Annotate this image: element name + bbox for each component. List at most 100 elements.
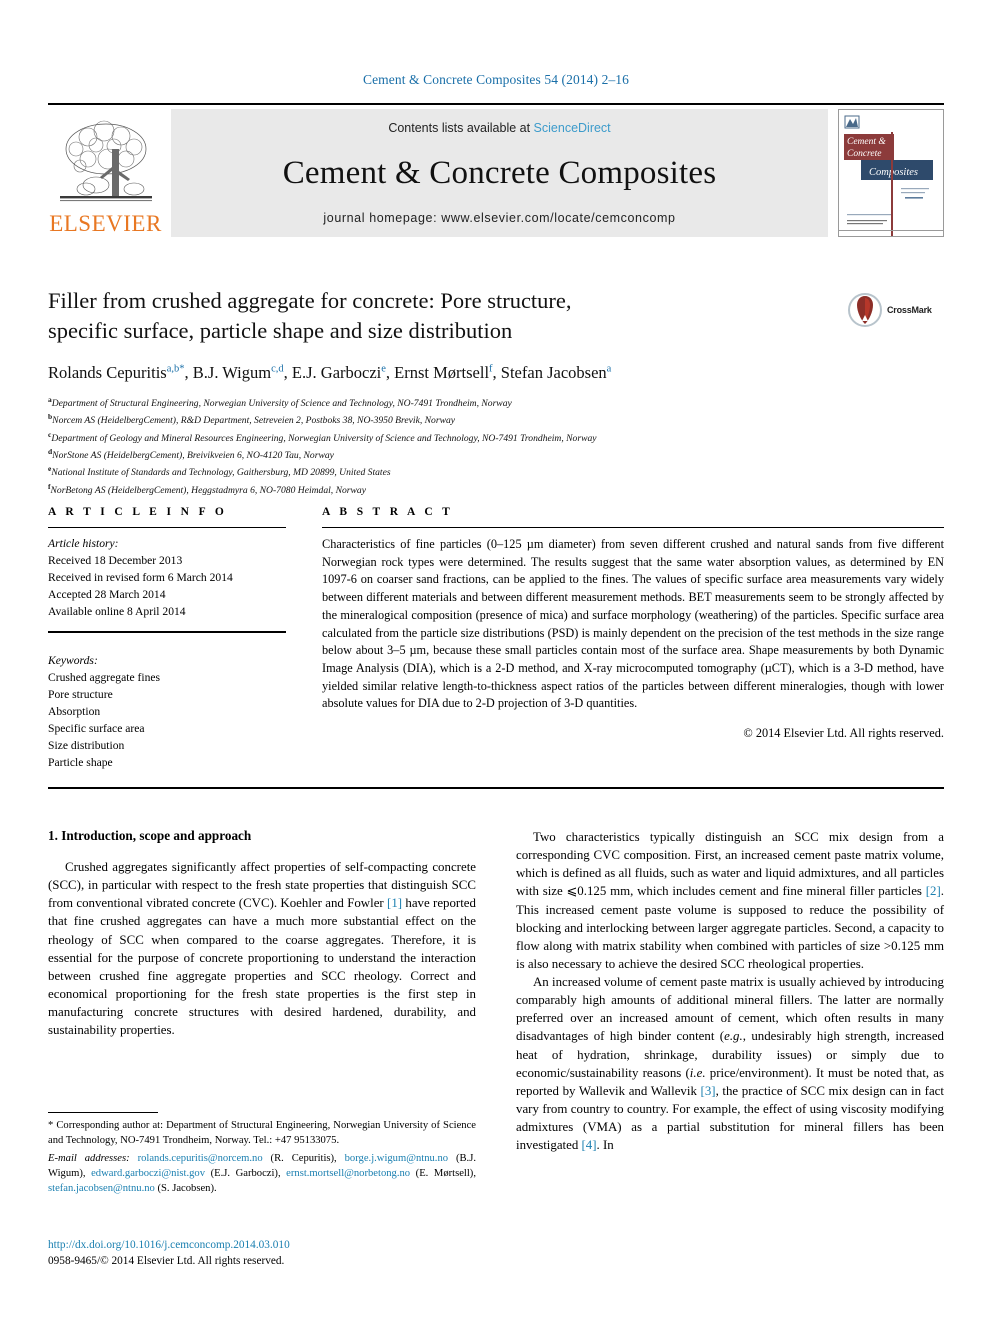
sciencedirect-link[interactable]: ScienceDirect xyxy=(534,121,611,135)
author-name: Ernst Mørtsell xyxy=(394,363,490,383)
keyword-item: Specific surface area xyxy=(48,722,145,736)
emphasis-text: i.e. xyxy=(689,1065,706,1080)
keyword-item: Absorption xyxy=(48,705,101,719)
keyword-item: Pore structure xyxy=(48,688,113,702)
abstract-copyright: © 2014 Elsevier Ltd. All rights reserved… xyxy=(743,726,944,741)
emphasis-text: e.g. xyxy=(724,1029,743,1044)
elsevier-wordmark: ELSEVIER xyxy=(49,211,162,236)
article-history-item: Received 18 December 2013 xyxy=(48,554,183,568)
svg-text:Cement &: Cement & xyxy=(847,137,886,147)
info-abstract-region: A R T I C L E I N F O Article history: R… xyxy=(48,506,944,771)
crossmark-icon xyxy=(848,293,882,327)
keyword-item: Crushed aggregate fines xyxy=(48,671,161,685)
body-paragraph: Crushed aggregates significantly affect … xyxy=(48,858,476,1039)
contents-available-line: Contents lists available at ScienceDirec… xyxy=(388,121,610,135)
title-line-1: Filler from crushed aggregate for concre… xyxy=(48,288,572,313)
body-column-left: 1. Introduction, scope and approach Crus… xyxy=(48,828,476,1154)
email-link[interactable]: rolands.cepuritis@norcem.no xyxy=(138,1153,263,1164)
email-link[interactable]: edward.garboczi@nist.gov xyxy=(91,1168,205,1179)
affiliation-item: cDepartment of Geology and Mineral Resou… xyxy=(48,429,597,444)
paragraph-text: . In xyxy=(596,1138,614,1153)
doi-link[interactable]: http://dx.doi.org/10.1016/j.cemconcomp.2… xyxy=(48,1237,476,1253)
corresponding-author-note: * Corresponding author at: Department of… xyxy=(48,1118,476,1148)
citation-reference[interactable]: [2] xyxy=(926,884,941,898)
abstract-column: A B S T R A C T Characteristics of fine … xyxy=(322,506,944,771)
article-history-block: Article history: Received 18 December 20… xyxy=(48,528,286,620)
affiliation-item: fNorBetong AS (HeidelbergCement), Heggst… xyxy=(48,481,366,496)
citation-reference[interactable]: [1] xyxy=(387,896,402,910)
author-affiliation-mark: f xyxy=(489,363,493,375)
page-title: Filler from crushed aggregate for concre… xyxy=(48,286,848,346)
keywords-block: Keywords: Crushed aggregate fines Pore st… xyxy=(48,644,286,771)
right-column-paragraphs: Two characteristics typically distinguis… xyxy=(516,828,944,1154)
email-owner: (S. Jacobsen). xyxy=(154,1183,217,1195)
email-addresses-note: E-mail addresses: rolands.cepuritis@norc… xyxy=(48,1151,476,1196)
abstract-text: Characteristics of fine particles (0–125… xyxy=(322,537,944,711)
body-column-right: Two characteristics typically distinguis… xyxy=(516,828,944,1154)
article-history-item: Accepted 28 March 2014 xyxy=(48,588,166,602)
keyword-items: Crushed aggregate fines Pore structure Abs… xyxy=(48,669,286,771)
article-info-label: A R T I C L E I N F O xyxy=(48,506,228,518)
crossmark-badge[interactable]: CrossMark xyxy=(848,288,944,332)
corresponding-author-text: * Corresponding author at: Department of… xyxy=(48,1120,476,1147)
abstract-label: A B S T R A C T xyxy=(322,506,454,518)
affiliation-item: dNorStone AS (HeidelbergCement), Breivik… xyxy=(48,447,334,462)
keyword-item: Size distribution xyxy=(48,739,125,753)
doi-block: http://dx.doi.org/10.1016/j.cemconcomp.2… xyxy=(48,1237,476,1269)
body-columns: 1. Introduction, scope and approach Crus… xyxy=(48,828,944,1154)
email-link[interactable]: borge.j.wigum@ntnu.no xyxy=(345,1153,448,1164)
affiliation-list: aDepartment of Structural Engineering, N… xyxy=(48,394,938,498)
body-paragraph: An increased volume of cement paste matr… xyxy=(516,973,944,1154)
keywords-heading: Keywords: xyxy=(48,654,98,668)
article-page: Cement & Concrete Composites 54 (2014) 2… xyxy=(0,0,992,1323)
email-link[interactable]: ernst.mortsell@norbetong.no xyxy=(286,1168,410,1179)
elsevier-tree-icon xyxy=(59,120,152,202)
crossmark-label: CrossMark xyxy=(887,305,932,315)
column-gap xyxy=(286,506,322,771)
email-link[interactable]: stefan.jacobsen@ntnu.no xyxy=(48,1183,155,1194)
journal-masthead: ELSEVIER Contents lists available at Sci… xyxy=(48,103,944,237)
author-affiliation-mark: e xyxy=(381,363,386,375)
title-line-2: specific surface, particle shape and siz… xyxy=(48,318,513,344)
journal-band: Contents lists available at ScienceDirec… xyxy=(171,109,828,237)
svg-text:Composites: Composites xyxy=(869,167,918,178)
article-info-rule-mid xyxy=(48,631,286,634)
author-affiliation-mark: c,d xyxy=(271,363,284,375)
body-column-gap xyxy=(476,828,516,1154)
journal-title: Cement & Concrete Composites xyxy=(282,154,717,191)
citation-reference[interactable]: [4] xyxy=(582,1138,597,1152)
journal-homepage-link[interactable]: journal homepage: www.elsevier.com/locat… xyxy=(323,211,675,225)
author-affiliation-mark: a xyxy=(606,363,612,375)
email-owner: (E.J. Garboczi), xyxy=(205,1168,287,1180)
svg-text:Concrete: Concrete xyxy=(847,149,881,159)
footnote-block: * Corresponding author at: Department of… xyxy=(48,1112,476,1196)
body-paragraph: Two characteristics typically distinguis… xyxy=(516,828,944,973)
article-history-items: Received 18 December 2013 Received in rev… xyxy=(48,552,286,620)
article-history-item: Received in revised form 6 March 2014 xyxy=(48,571,233,585)
keyword-item: Particle shape xyxy=(48,756,113,770)
article-history-heading: Article history: xyxy=(48,537,119,550)
affiliation-item: bNorcem AS (HeidelbergCement), R&D Depar… xyxy=(48,412,456,427)
elsevier-logo: ELSEVIER xyxy=(48,109,163,237)
affiliation-item: aDepartment of Structural Engineering, N… xyxy=(48,395,512,410)
issn-copyright-line: 0958-9465/© 2014 Elsevier Ltd. All right… xyxy=(48,1255,285,1268)
citation-reference[interactable]: [3] xyxy=(701,1084,716,1098)
paragraph-text: have reported that fine crushed aggregat… xyxy=(48,896,476,1038)
left-column-paragraphs: Crushed aggregates significantly affect … xyxy=(48,858,476,1039)
email-owner: (R. Cepuritis), xyxy=(262,1153,345,1165)
title-block: Filler from crushed aggregate for concre… xyxy=(48,286,848,383)
author-list: Rolands Cepuritisa,b*, B.J. Wigumc,d, E.… xyxy=(48,363,612,383)
section-divider-rule xyxy=(48,787,944,789)
article-history-item: Available online 8 April 2014 xyxy=(48,605,186,619)
author-name: E.J. Garboczi xyxy=(291,363,382,383)
cover-artwork: Cement & Concrete Composites xyxy=(839,110,943,236)
author-affiliation-mark: a,b* xyxy=(166,363,185,375)
contents-prefix: Contents lists available at xyxy=(388,121,534,135)
email-owner: (E. Mørtsell), xyxy=(410,1168,476,1180)
running-head: Cement & Concrete Composites 54 (2014) 2… xyxy=(362,72,629,87)
author-name: Stefan Jacobsen xyxy=(500,363,607,383)
journal-cover-thumbnail: Cement & Concrete Composites xyxy=(838,109,944,237)
section-heading-introduction: 1. Introduction, scope and approach xyxy=(48,828,252,843)
paragraph-text: Two characteristics typically distinguis… xyxy=(516,830,944,899)
affiliation-item: eNational Institute of Standards and Tec… xyxy=(48,464,391,479)
